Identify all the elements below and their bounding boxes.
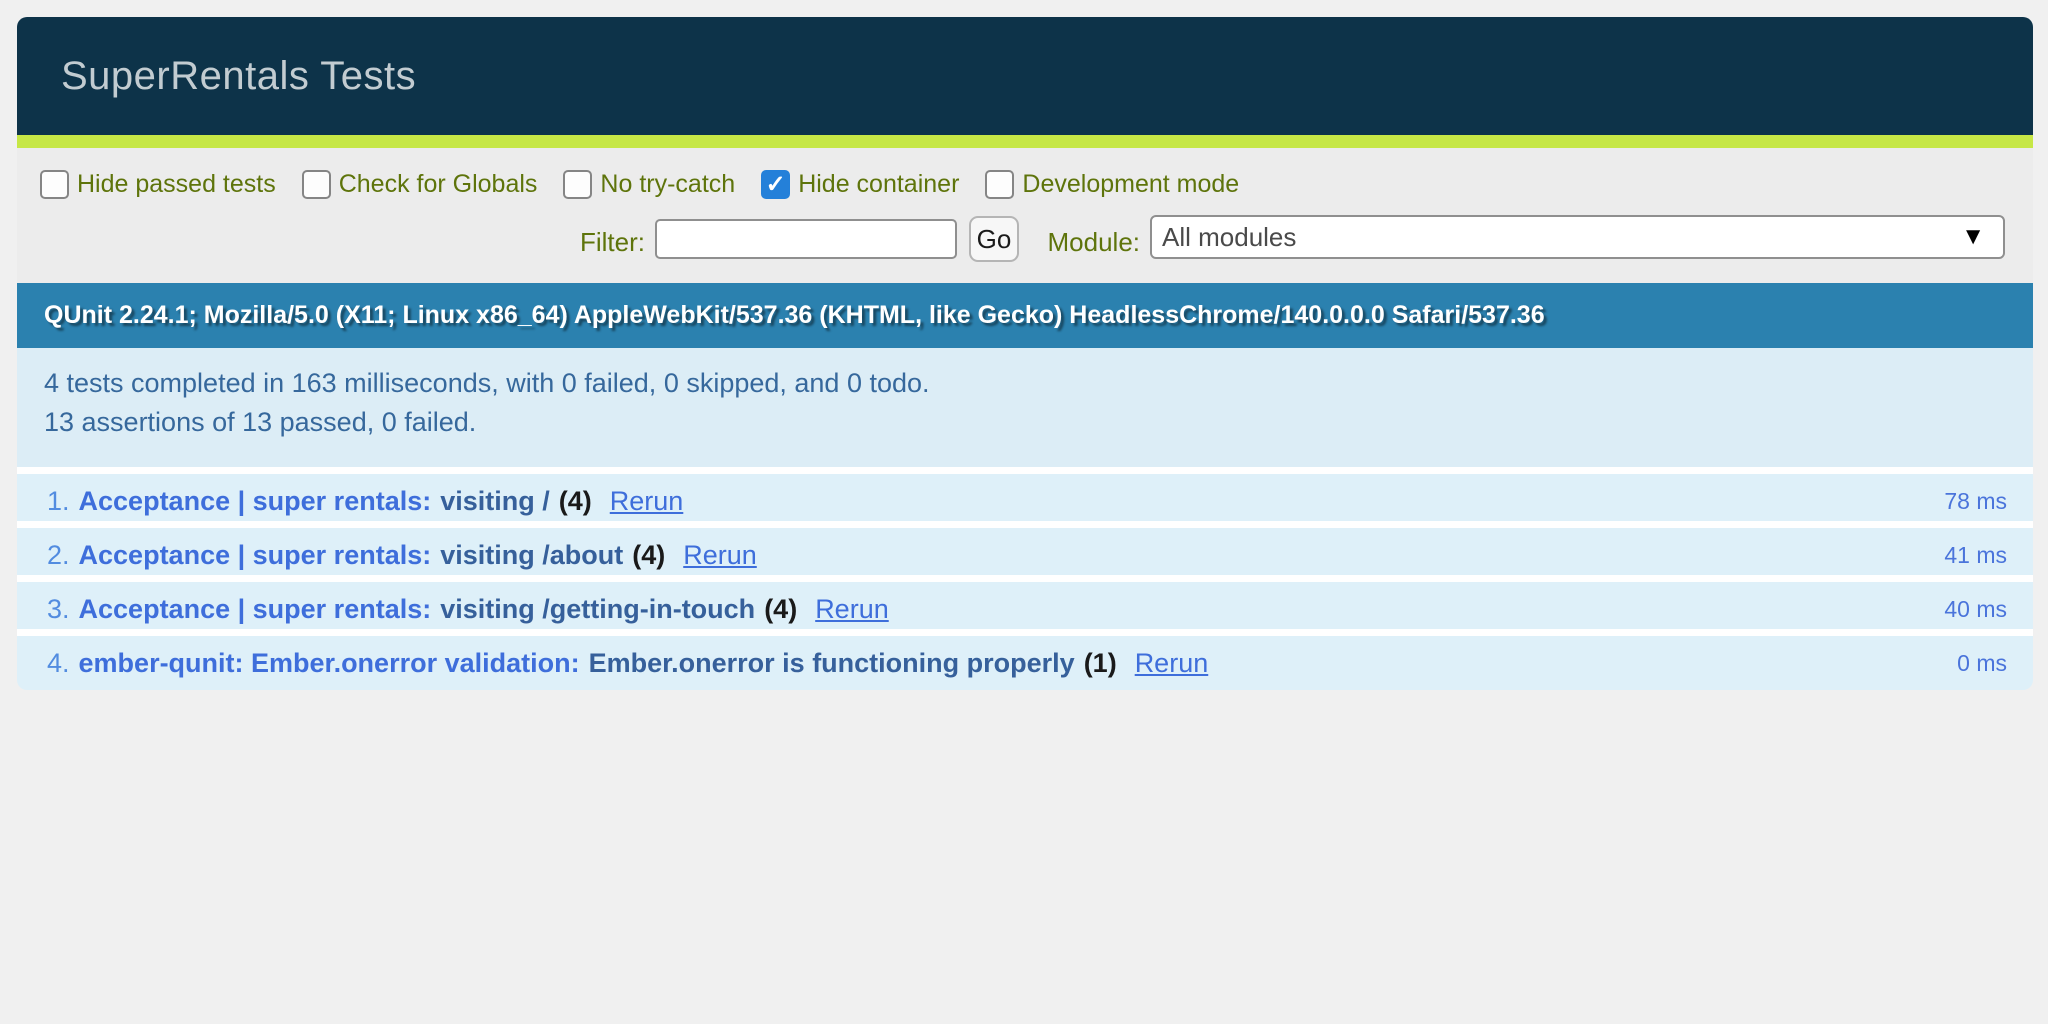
test-result-summary: 4 tests completed in 163 milliseconds, w… (17, 348, 2033, 474)
test-number: 1. (47, 486, 70, 516)
toolbar-option-hide-container[interactable]: Hide container (761, 170, 959, 199)
toolbar-option-check-globals[interactable]: Check for Globals (302, 170, 538, 199)
test-number: 4. (47, 648, 70, 678)
user-agent-banner: QUnit 2.24.1; Mozilla/5.0 (X11; Linux x8… (17, 283, 2033, 348)
checkbox-label[interactable]: Hide container (798, 170, 959, 199)
test-assertion-count: (1) (1084, 648, 1117, 678)
page-title: SuperRentals Tests (17, 54, 416, 99)
test-runtime: 0 ms (1957, 636, 2007, 690)
test-assertion-count: (4) (559, 486, 592, 516)
dropdown-arrow-icon: ▼ (1961, 225, 1985, 249)
checkbox-label[interactable]: Development mode (1022, 170, 1239, 199)
rerun-link[interactable]: Rerun (815, 594, 889, 624)
rerun-link[interactable]: Rerun (610, 486, 684, 516)
test-module-name: Acceptance | super rentals: (79, 486, 432, 516)
checkbox-check-for-globals[interactable] (302, 170, 331, 199)
test-name[interactable]: visiting / (440, 486, 550, 516)
test-row[interactable]: 40 ms 3. Acceptance | super rentals: visit… (17, 582, 2033, 636)
page-header: SuperRentals Tests (17, 17, 2033, 135)
toolbar-checkbox-row: Hide passed tests Check for Globals No t… (40, 170, 1239, 199)
checkbox-hide-passed-tests[interactable] (40, 170, 69, 199)
checkbox-development-mode[interactable] (985, 170, 1014, 199)
module-select-value: All modules (1162, 222, 1296, 253)
test-name[interactable]: visiting /about (440, 540, 623, 570)
checkbox-label[interactable]: Hide passed tests (77, 170, 276, 199)
test-number: 3. (47, 594, 70, 624)
checkbox-label[interactable]: No try-catch (600, 170, 735, 199)
test-name[interactable]: visiting /getting-in-touch (440, 594, 755, 624)
checkbox-no-try-catch[interactable] (563, 170, 592, 199)
test-runtime: 40 ms (1944, 582, 2007, 636)
user-agent-text: QUnit 2.24.1; Mozilla/5.0 (X11; Linux x8… (44, 301, 1545, 330)
test-runner-toolbar: Hide passed tests Check for Globals No t… (17, 148, 2033, 283)
test-runtime: 41 ms (1944, 528, 2007, 582)
filter-label: Filter: (17, 224, 645, 260)
test-row[interactable]: 41 ms 2. Acceptance | super rentals: visit… (17, 528, 2033, 582)
rerun-link[interactable]: Rerun (683, 540, 757, 570)
checkbox-label[interactable]: Check for Globals (339, 170, 538, 199)
pass-status-bar (17, 135, 2033, 148)
test-assertion-count: (4) (632, 540, 665, 570)
checkbox-hide-container[interactable] (761, 170, 790, 199)
toolbar-option-hide-passed[interactable]: Hide passed tests (40, 170, 276, 199)
summary-line-completed: 4 tests completed in 163 milliseconds, w… (44, 364, 2033, 403)
qunit-container: SuperRentals Tests Hide passed tests Che… (17, 17, 2033, 690)
toolbar-option-no-try-catch[interactable]: No try-catch (563, 170, 735, 199)
test-list: 78 ms 1. Acceptance | super rentals: visit… (17, 474, 2033, 690)
test-number: 2. (47, 540, 70, 570)
test-assertion-count: (4) (764, 594, 797, 624)
test-row[interactable]: 78 ms 1. Acceptance | super rentals: visit… (17, 474, 2033, 528)
test-module-name: ember-qunit: Ember.onerror validation: (79, 648, 580, 678)
summary-line-assertions: 13 assertions of 13 passed, 0 failed. (44, 403, 2033, 442)
rerun-link[interactable]: Rerun (1135, 648, 1209, 678)
test-row[interactable]: 0 ms 4. ember-qunit: Ember.onerror valida… (17, 636, 2033, 690)
test-runtime: 78 ms (1944, 474, 2007, 528)
test-module-name: Acceptance | super rentals: (79, 540, 432, 570)
module-label: Module: (717, 224, 1140, 260)
module-select[interactable]: All modules ▼ (1150, 215, 2005, 259)
toolbar-option-development-mode[interactable]: Development mode (985, 170, 1239, 199)
test-module-name: Acceptance | super rentals: (79, 594, 432, 624)
test-name[interactable]: Ember.onerror is functioning properly (589, 648, 1075, 678)
